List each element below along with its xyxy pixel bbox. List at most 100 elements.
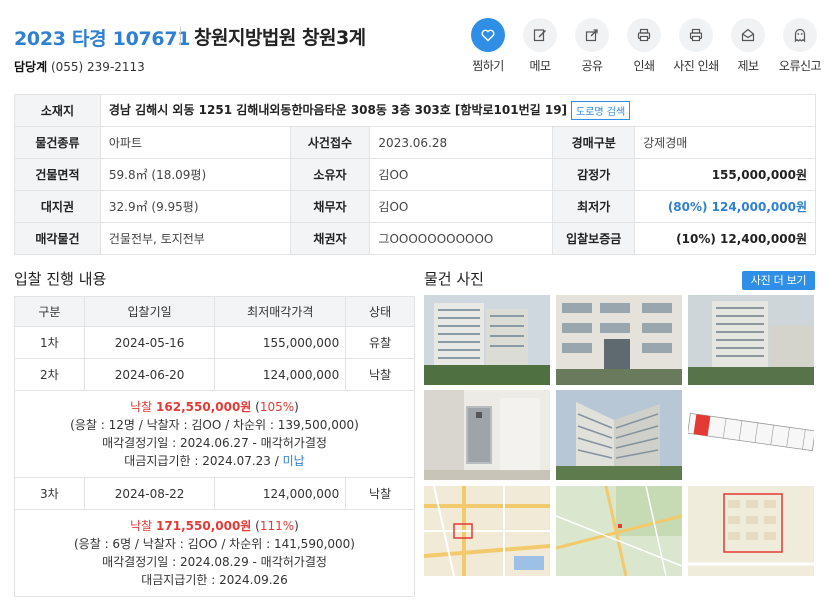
road-name-search-button[interactable]: 도로명 검색	[571, 101, 631, 120]
property-photo[interactable]	[424, 390, 550, 480]
creditor-label: 채권자	[289, 222, 371, 255]
auction-type-label: 경매구분	[552, 126, 636, 159]
address-label: 소재지	[14, 94, 101, 127]
land-value: 32.9㎡ (9.95평)	[99, 190, 291, 223]
decision-date: 매각결정기일 : 2024.06.27 - 매각허가결정	[102, 436, 327, 450]
column-header: 구분	[14, 296, 85, 327]
status-cell: 낙찰	[345, 477, 415, 510]
action-bar: 찜하기 메모 공유 인쇄 사진 인쇄 제보 오류신고	[462, 18, 832, 73]
print-icon	[689, 28, 703, 42]
type-label: 물건종류	[14, 126, 101, 159]
table-row: 매각물건 건물전부, 토지전부 채권자 그OOOOOOOOOOO 입찰보증금 (…	[14, 222, 816, 255]
location-map[interactable]	[424, 486, 550, 576]
price-cell: 155,000,000	[214, 326, 347, 359]
winning-pct: 105%	[259, 400, 295, 414]
property-info-table: 소재지 경남 김해시 외동 1251 김해내외동한마음타운 308동 3층 30…	[14, 94, 817, 255]
bid-result-row: 낙찰 162,550,000원 (105%) (응찰 : 12명 / 낙찰자 :…	[14, 390, 415, 478]
minimum-label: 최저가	[552, 190, 636, 223]
owner-value: 김OO	[369, 158, 554, 191]
type-value: 아파트	[99, 126, 291, 159]
property-photo[interactable]	[424, 295, 550, 385]
table-header-row: 구분 입찰기일 최저매각가격 상태	[14, 296, 415, 327]
deposit-value: (10%) 12,400,000원	[634, 222, 816, 255]
case-number: 2023 타경 107671	[14, 28, 191, 50]
column-header: 상태	[345, 296, 415, 327]
decision-date: 매각결정기일 : 2024.08.29 - 매각허가결정	[102, 555, 327, 569]
table-row: 소재지 경남 김해시 외동 1251 김해내외동한마음타운 308동 3층 30…	[14, 94, 817, 127]
date-cell: 2024-06-20	[83, 358, 216, 391]
share-icon	[585, 29, 598, 42]
share-button[interactable]: 공유	[566, 18, 618, 74]
auction-type-value: 강제경매	[634, 126, 816, 159]
location-map[interactable]	[688, 486, 814, 576]
property-photo[interactable]	[556, 390, 682, 480]
winning-amount: 162,550,000원	[156, 400, 252, 414]
property-photo[interactable]	[688, 390, 814, 480]
heart-icon	[481, 29, 495, 42]
winning-bid-line: 낙찰 171,550,000원 (111%)	[130, 519, 299, 533]
table-row: 3차 2024-08-22 124,000,000 낙찰	[14, 477, 415, 510]
bid-history-table: 구분 입찰기일 최저매각가격 상태 1차 2024-05-16 155,000,…	[14, 296, 415, 597]
winning-amount: 171,550,000원	[156, 519, 252, 533]
manager-info: 담당계 (055) 239-2113	[14, 58, 145, 75]
round-cell: 3차	[14, 477, 85, 510]
bid-section-title: 입찰 진행 내용	[14, 270, 107, 288]
error-report-label: 오류신고	[778, 59, 822, 73]
status-cell: 유찰	[345, 326, 415, 359]
column-header: 최저매각가격	[214, 296, 347, 327]
sale-label: 매각물건	[14, 222, 101, 255]
round-cell: 2차	[14, 358, 85, 391]
mail-icon	[741, 28, 755, 42]
report-button[interactable]: 제보	[722, 18, 774, 74]
bid-result-row: 낙찰 171,550,000원 (111%) (응찰 : 6명 / 낙찰자 : …	[14, 509, 415, 597]
price-cell: 124,000,000	[214, 477, 347, 510]
photo-print-button[interactable]: 사진 인쇄	[670, 18, 722, 74]
memo-button[interactable]: 메모	[514, 18, 566, 74]
debtor-value: 김OO	[369, 190, 554, 223]
title-divider	[180, 27, 181, 45]
date-cell: 2024-05-16	[83, 326, 216, 359]
round-cell: 1차	[14, 326, 85, 359]
ghost-icon	[794, 28, 806, 43]
error-report-button[interactable]: 오류신고	[774, 18, 826, 74]
location-map[interactable]	[556, 486, 682, 576]
debtor-label: 채무자	[289, 190, 371, 223]
owner-label: 소유자	[289, 158, 371, 191]
table-row: 2차 2024-06-20 124,000,000 낙찰	[14, 358, 415, 391]
filed-value: 2023.06.28	[369, 126, 554, 159]
favorite-label: 찜하기	[472, 59, 504, 73]
manager-label: 담당계	[14, 60, 48, 74]
deposit-label: 입찰보증금	[552, 222, 636, 255]
edit-icon	[533, 29, 546, 42]
winning-pct: 111%	[259, 519, 295, 533]
photo-section-title: 물건 사진	[424, 270, 484, 288]
date-cell: 2024-08-22	[83, 477, 216, 510]
status-cell: 낙찰	[345, 358, 415, 391]
favorite-button[interactable]: 찜하기	[462, 18, 514, 74]
property-photo[interactable]	[688, 295, 814, 385]
payment-deadline: 대금지급기한 : 2024.09.26	[141, 573, 288, 587]
address-text: 경남 김해시 외동 1251 김해내외동한마음타운 308동 3층 303호 […	[108, 103, 568, 117]
land-label: 대지권	[14, 190, 101, 223]
filed-label: 사건접수	[289, 126, 371, 159]
print-button[interactable]: 인쇄	[618, 18, 670, 74]
winning-bid-line: 낙찰 162,550,000원 (105%)	[130, 400, 299, 414]
court-name: 창원지방법원 창원3계	[194, 27, 366, 49]
property-photo[interactable]	[556, 295, 682, 385]
more-photos-button[interactable]: 사진 더 보기	[742, 271, 815, 290]
bid-details: (응찰 : 12명 / 낙찰자 : 김OO / 차순위 : 139,500,00…	[70, 418, 359, 432]
creditor-value: 그OOOOOOOOOOO	[369, 222, 554, 255]
sold-label: 낙찰	[130, 400, 153, 414]
bid-result-2: 낙찰 162,550,000원 (105%) (응찰 : 12명 / 낙찰자 :…	[14, 390, 415, 478]
sold-label: 낙찰	[130, 519, 153, 533]
report-label: 제보	[737, 59, 759, 73]
photo-print-label: 사진 인쇄	[673, 59, 719, 73]
manager-phone: (055) 239-2113	[50, 60, 145, 74]
bid-result-3: 낙찰 171,550,000원 (111%) (응찰 : 6명 / 낙찰자 : …	[14, 509, 415, 597]
price-cell: 124,000,000	[214, 358, 347, 391]
unpaid-link[interactable]: 미납	[283, 454, 305, 468]
share-label: 공유	[581, 59, 603, 73]
payment-deadline: 대금지급기한 : 2024.07.23 /	[124, 454, 279, 468]
table-row: 물건종류 아파트 사건접수 2023.06.28 경매구분 강제경매	[14, 126, 816, 159]
bid-details: (응찰 : 6명 / 낙찰자 : 김OO / 차순위 : 141,590,000…	[74, 537, 355, 551]
